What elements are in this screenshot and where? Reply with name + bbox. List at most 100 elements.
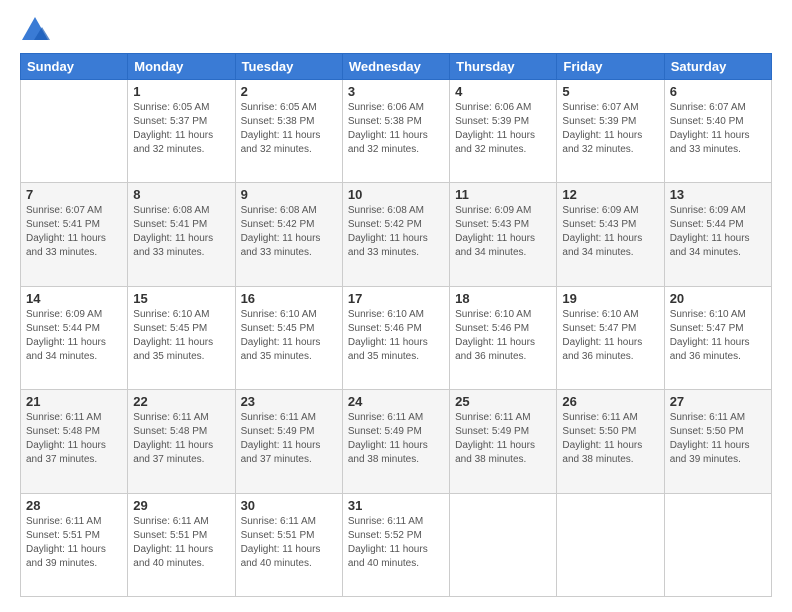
calendar-day-cell: 29 Sunrise: 6:11 AM Sunset: 5:51 PM Dayl… — [128, 493, 235, 596]
calendar-week-row: 14 Sunrise: 6:09 AM Sunset: 5:44 PM Dayl… — [21, 286, 772, 389]
day-number: 6 — [670, 84, 766, 99]
calendar-day-cell: 3 Sunrise: 6:06 AM Sunset: 5:38 PM Dayli… — [342, 80, 449, 183]
day-number: 27 — [670, 394, 766, 409]
sunset-label: Sunset: 5:46 PM — [455, 323, 529, 334]
day-info: Sunrise: 6:10 AM Sunset: 5:47 PM Dayligh… — [562, 308, 658, 364]
weekday-header: Thursday — [450, 54, 557, 80]
day-number: 31 — [348, 498, 444, 513]
sunset-label: Sunset: 5:44 PM — [26, 323, 100, 334]
daylight-label: Daylight: 11 hoursand 36 minutes. — [562, 337, 642, 362]
day-number: 29 — [133, 498, 229, 513]
page: SundayMondayTuesdayWednesdayThursdayFrid… — [0, 0, 792, 612]
calendar-day-cell: 1 Sunrise: 6:05 AM Sunset: 5:37 PM Dayli… — [128, 80, 235, 183]
calendar-day-cell: 25 Sunrise: 6:11 AM Sunset: 5:49 PM Dayl… — [450, 390, 557, 493]
day-info: Sunrise: 6:08 AM Sunset: 5:42 PM Dayligh… — [241, 204, 337, 260]
logo-icon — [20, 15, 50, 45]
sunrise-label: Sunrise: 6:08 AM — [241, 205, 317, 216]
sunset-label: Sunset: 5:50 PM — [562, 426, 636, 437]
day-info: Sunrise: 6:05 AM Sunset: 5:38 PM Dayligh… — [241, 101, 337, 157]
sunset-label: Sunset: 5:38 PM — [241, 116, 315, 127]
sunrise-label: Sunrise: 6:05 AM — [241, 102, 317, 113]
calendar-day-cell: 10 Sunrise: 6:08 AM Sunset: 5:42 PM Dayl… — [342, 183, 449, 286]
day-info: Sunrise: 6:11 AM Sunset: 5:51 PM Dayligh… — [241, 515, 337, 571]
day-number: 12 — [562, 187, 658, 202]
sunset-label: Sunset: 5:49 PM — [348, 426, 422, 437]
daylight-label: Daylight: 11 hoursand 34 minutes. — [455, 233, 535, 258]
daylight-label: Daylight: 11 hoursand 33 minutes. — [241, 233, 321, 258]
day-info: Sunrise: 6:09 AM Sunset: 5:43 PM Dayligh… — [455, 204, 551, 260]
daylight-label: Daylight: 11 hoursand 40 minutes. — [241, 544, 321, 569]
day-number: 28 — [26, 498, 122, 513]
day-number: 14 — [26, 291, 122, 306]
sunrise-label: Sunrise: 6:10 AM — [133, 309, 209, 320]
calendar-day-cell: 11 Sunrise: 6:09 AM Sunset: 5:43 PM Dayl… — [450, 183, 557, 286]
daylight-label: Daylight: 11 hoursand 36 minutes. — [455, 337, 535, 362]
sunset-label: Sunset: 5:41 PM — [133, 219, 207, 230]
calendar-day-cell: 8 Sunrise: 6:08 AM Sunset: 5:41 PM Dayli… — [128, 183, 235, 286]
daylight-label: Daylight: 11 hoursand 40 minutes. — [348, 544, 428, 569]
calendar-day-cell: 27 Sunrise: 6:11 AM Sunset: 5:50 PM Dayl… — [664, 390, 771, 493]
daylight-label: Daylight: 11 hoursand 40 minutes. — [133, 544, 213, 569]
daylight-label: Daylight: 11 hoursand 32 minutes. — [133, 130, 213, 155]
sunrise-label: Sunrise: 6:09 AM — [455, 205, 531, 216]
calendar-day-cell: 6 Sunrise: 6:07 AM Sunset: 5:40 PM Dayli… — [664, 80, 771, 183]
sunset-label: Sunset: 5:46 PM — [348, 323, 422, 334]
day-number: 16 — [241, 291, 337, 306]
sunset-label: Sunset: 5:42 PM — [241, 219, 315, 230]
day-info: Sunrise: 6:07 AM Sunset: 5:40 PM Dayligh… — [670, 101, 766, 157]
calendar-day-cell: 15 Sunrise: 6:10 AM Sunset: 5:45 PM Dayl… — [128, 286, 235, 389]
calendar-day-cell: 28 Sunrise: 6:11 AM Sunset: 5:51 PM Dayl… — [21, 493, 128, 596]
calendar-day-cell: 23 Sunrise: 6:11 AM Sunset: 5:49 PM Dayl… — [235, 390, 342, 493]
sunrise-label: Sunrise: 6:11 AM — [455, 412, 530, 423]
calendar-day-cell: 2 Sunrise: 6:05 AM Sunset: 5:38 PM Dayli… — [235, 80, 342, 183]
calendar-day-cell: 18 Sunrise: 6:10 AM Sunset: 5:46 PM Dayl… — [450, 286, 557, 389]
day-number: 25 — [455, 394, 551, 409]
daylight-label: Daylight: 11 hoursand 35 minutes. — [348, 337, 428, 362]
weekday-header: Tuesday — [235, 54, 342, 80]
day-info: Sunrise: 6:10 AM Sunset: 5:45 PM Dayligh… — [241, 308, 337, 364]
calendar-day-cell — [664, 493, 771, 596]
day-number: 9 — [241, 187, 337, 202]
sunset-label: Sunset: 5:48 PM — [26, 426, 100, 437]
sunrise-label: Sunrise: 6:09 AM — [562, 205, 638, 216]
sunrise-label: Sunrise: 6:10 AM — [348, 309, 424, 320]
sunrise-label: Sunrise: 6:06 AM — [348, 102, 424, 113]
day-number: 7 — [26, 187, 122, 202]
calendar-day-cell: 20 Sunrise: 6:10 AM Sunset: 5:47 PM Dayl… — [664, 286, 771, 389]
day-info: Sunrise: 6:05 AM Sunset: 5:37 PM Dayligh… — [133, 101, 229, 157]
sunrise-label: Sunrise: 6:09 AM — [670, 205, 746, 216]
day-info: Sunrise: 6:06 AM Sunset: 5:39 PM Dayligh… — [455, 101, 551, 157]
daylight-label: Daylight: 11 hoursand 35 minutes. — [133, 337, 213, 362]
day-info: Sunrise: 6:08 AM Sunset: 5:41 PM Dayligh… — [133, 204, 229, 260]
calendar-week-row: 7 Sunrise: 6:07 AM Sunset: 5:41 PM Dayli… — [21, 183, 772, 286]
day-number: 21 — [26, 394, 122, 409]
sunset-label: Sunset: 5:51 PM — [241, 530, 315, 541]
sunrise-label: Sunrise: 6:11 AM — [670, 412, 745, 423]
day-info: Sunrise: 6:07 AM Sunset: 5:41 PM Dayligh… — [26, 204, 122, 260]
calendar-week-row: 28 Sunrise: 6:11 AM Sunset: 5:51 PM Dayl… — [21, 493, 772, 596]
sunset-label: Sunset: 5:49 PM — [241, 426, 315, 437]
day-number: 30 — [241, 498, 337, 513]
calendar-day-cell: 26 Sunrise: 6:11 AM Sunset: 5:50 PM Dayl… — [557, 390, 664, 493]
weekday-header: Monday — [128, 54, 235, 80]
calendar-day-cell — [450, 493, 557, 596]
day-number: 24 — [348, 394, 444, 409]
daylight-label: Daylight: 11 hoursand 34 minutes. — [562, 233, 642, 258]
sunrise-label: Sunrise: 6:07 AM — [562, 102, 638, 113]
day-info: Sunrise: 6:11 AM Sunset: 5:49 PM Dayligh… — [241, 411, 337, 467]
day-number: 18 — [455, 291, 551, 306]
weekday-header: Friday — [557, 54, 664, 80]
sunset-label: Sunset: 5:51 PM — [133, 530, 207, 541]
day-number: 3 — [348, 84, 444, 99]
day-info: Sunrise: 6:07 AM Sunset: 5:39 PM Dayligh… — [562, 101, 658, 157]
calendar-day-cell: 5 Sunrise: 6:07 AM Sunset: 5:39 PM Dayli… — [557, 80, 664, 183]
sunrise-label: Sunrise: 6:10 AM — [562, 309, 638, 320]
sunrise-label: Sunrise: 6:10 AM — [241, 309, 317, 320]
daylight-label: Daylight: 11 hoursand 34 minutes. — [26, 337, 106, 362]
daylight-label: Daylight: 11 hoursand 37 minutes. — [26, 440, 106, 465]
day-number: 19 — [562, 291, 658, 306]
sunset-label: Sunset: 5:49 PM — [455, 426, 529, 437]
daylight-label: Daylight: 11 hoursand 32 minutes. — [562, 130, 642, 155]
sunrise-label: Sunrise: 6:11 AM — [241, 516, 316, 527]
day-info: Sunrise: 6:10 AM Sunset: 5:47 PM Dayligh… — [670, 308, 766, 364]
